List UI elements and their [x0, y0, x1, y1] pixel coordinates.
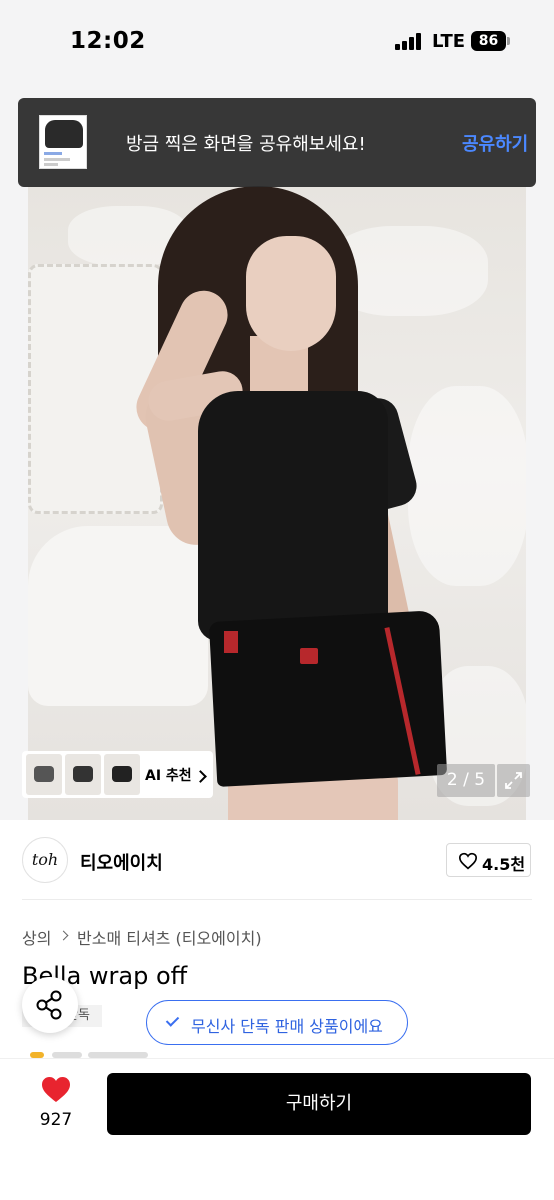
brand-name[interactable]: 티오에이치: [80, 849, 163, 875]
brand-logo[interactable]: toh: [22, 837, 68, 883]
brand-logo-text: toh: [31, 850, 59, 869]
signal-icon: [395, 33, 423, 50]
divider: [22, 899, 532, 900]
expand-icon[interactable]: [497, 764, 530, 797]
ai-thumbnail: [26, 754, 62, 795]
ai-recommend-label: AI 추천: [145, 768, 192, 784]
share-button[interactable]: 공유하기: [462, 130, 528, 156]
wish-count: 927: [39, 1110, 73, 1130]
product-photo: [28, 186, 526, 820]
breadcrumb-item-subcategory[interactable]: 반소매 티셔츠 (티오에이치): [77, 925, 262, 949]
toast-message: 방금 찍은 화면을 공유해보세요!: [126, 134, 366, 155]
chevron-right-icon: [58, 930, 69, 941]
brand-like-count: 4.5천: [482, 855, 526, 874]
check-icon: [165, 1013, 180, 1027]
heart-filled-icon: [42, 1077, 70, 1102]
exclusive-banner[interactable]: 무신사 단독 판매 상품이에요: [146, 1000, 408, 1045]
status-time: 12:02: [70, 28, 146, 54]
share-icon: [36, 990, 62, 1020]
heart-outline-icon: [458, 852, 478, 870]
image-pager: 2 / 5: [437, 764, 495, 797]
status-bar: 12:02 LTE 86: [0, 0, 554, 84]
network-type: LTE: [432, 31, 466, 52]
ai-recommend-chip[interactable]: AI 추천: [22, 751, 213, 798]
exclusive-banner-text: 무신사 단독 판매 상품이에요: [191, 1017, 383, 1036]
battery-icon: 86: [471, 31, 506, 51]
share-toast[interactable]: 방금 찍은 화면을 공유해보세요! 공유하기: [18, 98, 536, 187]
ai-thumbnail: [65, 754, 101, 795]
product-image-gallery[interactable]: [0, 84, 554, 820]
brand-like-button[interactable]: 4.5천: [446, 843, 531, 877]
buy-button[interactable]: 구매하기: [107, 1073, 531, 1135]
share-fab[interactable]: [22, 977, 78, 1033]
wish-button[interactable]: 927: [30, 1074, 82, 1134]
battery-tip: [507, 37, 510, 45]
ai-thumbnail: [104, 754, 140, 795]
screenshot-thumbnail: [39, 115, 87, 169]
breadcrumb-item-category[interactable]: 상의: [22, 925, 51, 949]
